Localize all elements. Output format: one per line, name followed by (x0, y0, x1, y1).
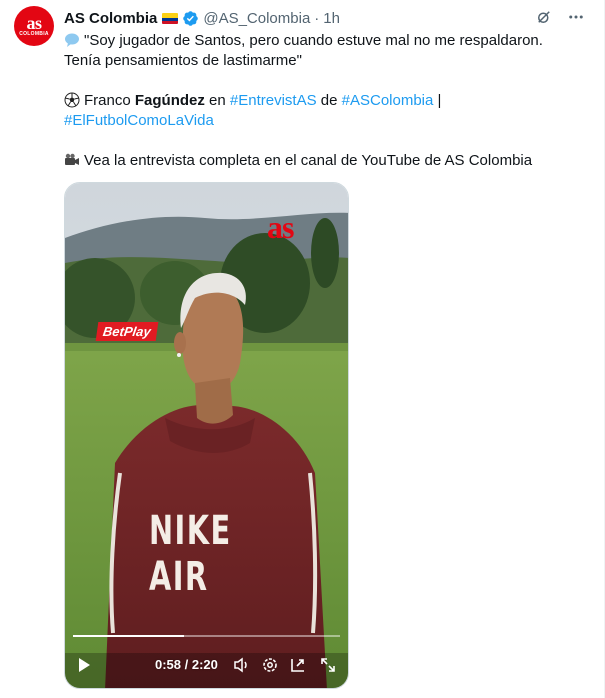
quote-line-2: Tenía pensamientos de lastimarme" (64, 52, 302, 69)
video-timecode: 0:58 / 2:20 (155, 657, 218, 672)
hashtag-ascolombia[interactable]: #ASColombia (342, 92, 434, 109)
video-player[interactable]: as BetPlay NIKE AIR 0:58 / 2:20 (64, 182, 349, 689)
pip-icon[interactable] (289, 656, 307, 674)
flag-colombia-icon (162, 12, 179, 24)
play-icon[interactable] (76, 657, 92, 673)
speech-bubble-icon (65, 33, 79, 47)
progress-fill (73, 635, 184, 637)
progress-bar[interactable] (73, 635, 340, 637)
tweet-actions-top (535, 8, 585, 26)
grok-icon[interactable] (535, 8, 553, 26)
soccer-ball-icon (64, 92, 80, 108)
quote-line-1: "Soy jugador de Santos, pero cuando estu… (64, 31, 584, 51)
hashtag-entrevistas[interactable]: #EntrevistAS (230, 92, 317, 109)
as-watermark-logo: as (267, 209, 294, 245)
person-line: Franco Fagúndez en #EntrevistAS de #ASCo… (64, 91, 584, 111)
hashtag-line: #ElFutbolComoLaVida (64, 111, 584, 131)
tweet-text: "Soy jugador de Santos, pero cuando estu… (64, 31, 584, 171)
cta-line: Vea la entrevista completa en el canal d… (64, 151, 584, 171)
betplay-sign: BetPlay (95, 322, 159, 341)
handle[interactable]: @AS_Colombia (203, 10, 310, 27)
video-camera-icon (65, 153, 79, 165)
shirt-text: NIKE AIR (149, 508, 232, 600)
avatar-logo-text: as (26, 12, 42, 33)
separator-dot: · (314, 9, 320, 27)
display-name[interactable]: AS Colombia (64, 10, 157, 27)
tweet-header: AS Colombia @AS_Colombia · 1h (64, 8, 340, 28)
avatar[interactable]: as COLOMBIA (14, 6, 54, 46)
fullscreen-icon[interactable] (319, 656, 337, 674)
video-controls: 0:58 / 2:20 (65, 653, 348, 679)
timestamp[interactable]: 1h (323, 10, 340, 27)
video-frame (65, 183, 348, 688)
more-icon[interactable] (567, 8, 585, 26)
person-name: Fagúndez (134, 92, 205, 109)
verified-icon (183, 10, 199, 26)
avatar-logo-subtext: COLOMBIA (19, 30, 49, 37)
hashtag-elfutbolcomolavida[interactable]: #ElFutbolComoLaVida (64, 112, 214, 129)
settings-icon[interactable] (261, 656, 279, 674)
volume-icon[interactable] (233, 656, 251, 674)
